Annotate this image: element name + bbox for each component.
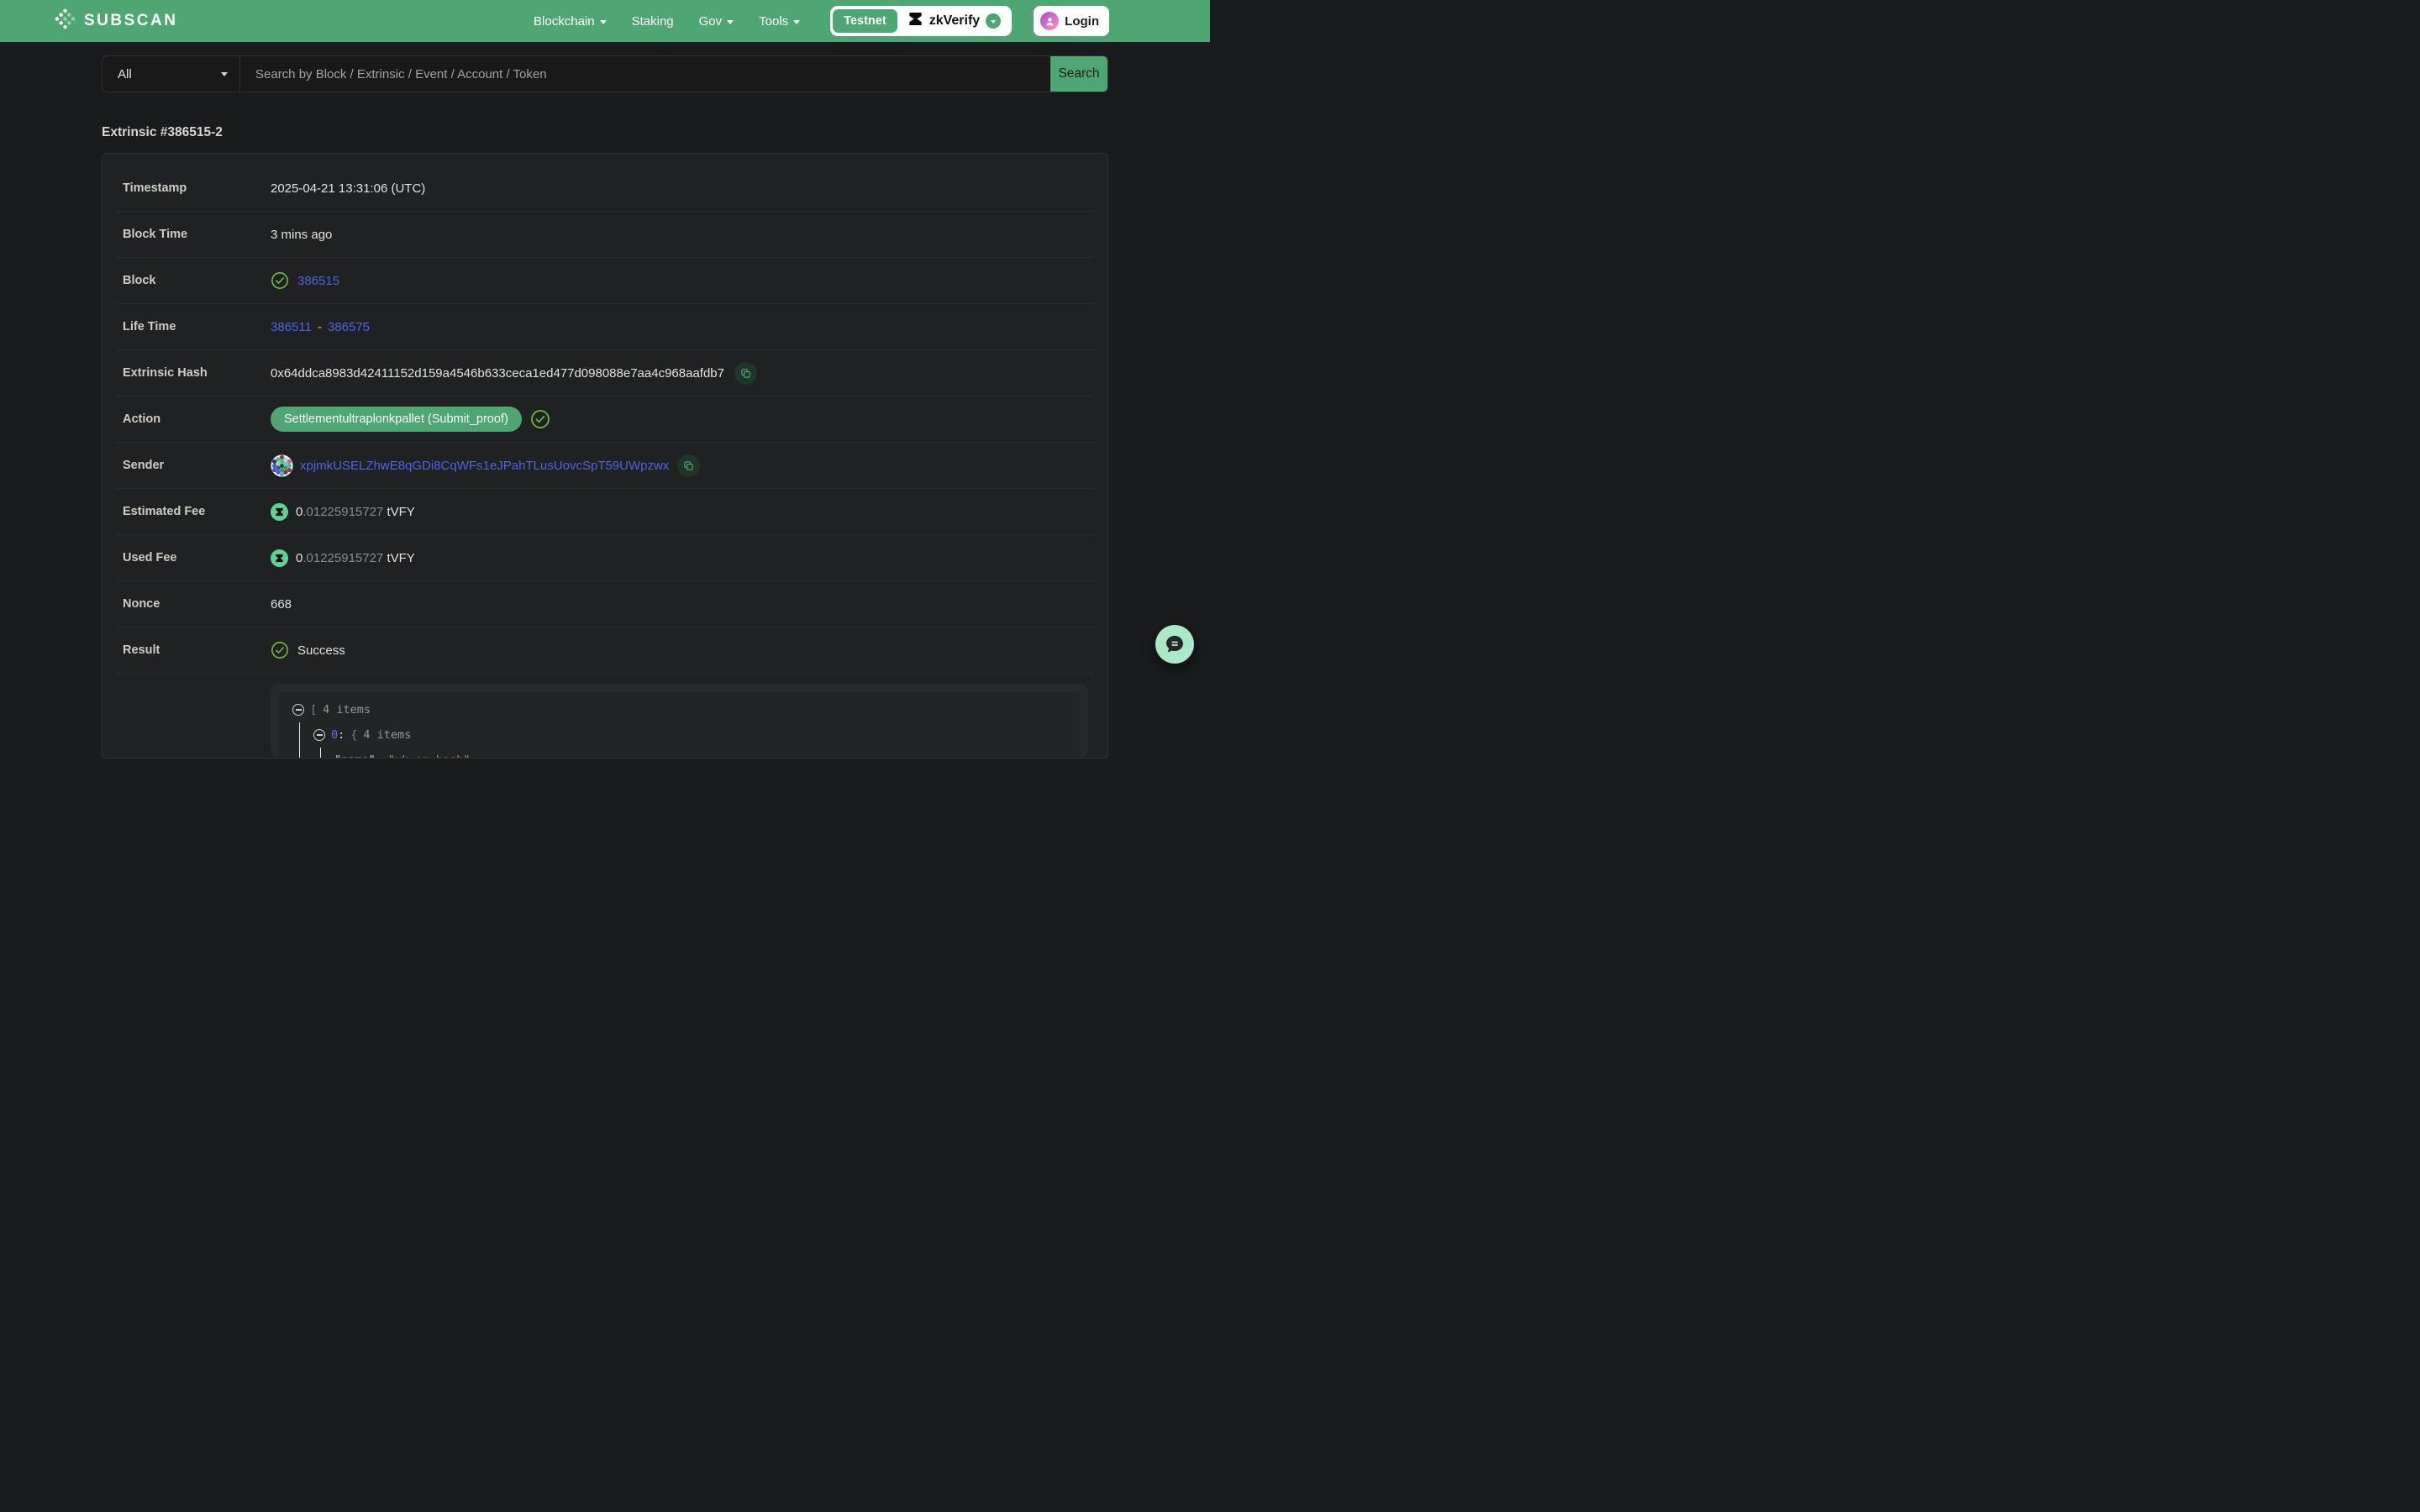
sender-identicon (271, 454, 293, 477)
row-timestamp: Timestamp 2025-04-21 13:31:06 (UTC) (116, 165, 1094, 212)
action-module-call-pill[interactable]: Settlementultraplonkpallet (Submit_proof… (271, 407, 522, 432)
search-input[interactable] (240, 56, 1050, 92)
user-avatar-icon (1040, 12, 1059, 30)
nav-item-gov[interactable]: Gov (699, 14, 734, 29)
parameters-json-panel: [ 4 items 0: { 4 items "name": (271, 684, 1088, 758)
login-button[interactable]: Login (1034, 6, 1109, 36)
json-item0-line: 0: { 4 items (313, 722, 1068, 748)
block-time-value: 3 mins ago (271, 228, 332, 242)
nav-item-blockchain[interactable]: Blockchain (534, 14, 607, 29)
json-root-line: [ 4 items (292, 697, 1068, 722)
global-search-bar: All Search (102, 55, 1108, 92)
nav-label: Staking (632, 14, 674, 29)
row-label: Block Time (123, 228, 271, 241)
network-selector[interactable]: Testnet zkVerify (830, 6, 1012, 36)
chevron-down-icon (793, 20, 800, 24)
search-filter-value: All (118, 67, 132, 81)
chain-selector[interactable]: zkVerify (897, 11, 1009, 31)
fee-integer: 0 (296, 551, 302, 565)
tvfy-token-icon (271, 549, 288, 567)
search-filter-select[interactable]: All (103, 56, 240, 92)
json-item-count: 4 items (363, 728, 411, 742)
chat-bubble-icon (1164, 633, 1186, 655)
row-label: Result (123, 643, 271, 657)
row-block-time: Block Time 3 mins ago (116, 212, 1094, 258)
nonce-value: 668 (271, 597, 292, 612)
life-time-separator: - (318, 320, 322, 334)
row-label: Action (123, 412, 271, 426)
fee-decimals: .01225915727 (302, 505, 383, 519)
extrinsic-details-card: Timestamp 2025-04-21 13:31:06 (UTC) Bloc… (102, 153, 1108, 759)
nav-label: Tools (759, 14, 788, 29)
chain-name: zkVerify (929, 13, 980, 29)
nav-item-staking[interactable]: Staking (632, 14, 674, 29)
nav-label: Blockchain (534, 14, 595, 29)
fee-unit: tVFY (387, 551, 414, 565)
row-label: Life Time (123, 320, 271, 333)
fee-integer: 0 (296, 505, 302, 519)
nav-label: Gov (699, 14, 723, 29)
fee-unit: tVFY (387, 505, 414, 519)
top-navigation-bar: SUBSCAN Blockchain Staking Gov Tools Tes… (0, 0, 1210, 42)
row-extrinsic-hash: Extrinsic Hash 0x64ddca8983d42411152d159… (116, 350, 1094, 396)
copy-icon[interactable] (677, 454, 700, 477)
life-time-from-link[interactable]: 386511 (271, 320, 312, 334)
main-nav: Blockchain Staking Gov Tools (534, 14, 800, 29)
row-result: Result Success (116, 627, 1094, 674)
json-item-count: 4 items (323, 703, 371, 717)
chevron-down-icon (727, 20, 734, 24)
json-field-key: "name" (334, 753, 376, 758)
timestamp-value: 2025-04-21 13:31:06 (UTC) (271, 181, 425, 196)
collapse-icon[interactable] (313, 729, 325, 741)
success-check-icon (271, 641, 289, 659)
zkverify-hourglass-icon (908, 11, 923, 31)
page-title: Extrinsic #386515-2 (102, 125, 1108, 140)
row-label: Sender (123, 459, 271, 472)
row-label: Estimated Fee (123, 505, 271, 518)
chevron-down-icon (221, 72, 228, 76)
json-colon: : (338, 728, 345, 742)
chain-dropdown-icon[interactable] (986, 13, 1001, 29)
row-label: Timestamp (123, 181, 271, 195)
fee-decimals: .01225915727 (302, 551, 383, 565)
json-open-bracket: [ (310, 703, 317, 717)
tvfy-token-icon (271, 503, 288, 521)
row-label: Nonce (123, 597, 271, 611)
row-estimated-fee: Estimated Fee 0.01225915727 tVFY (116, 489, 1094, 535)
finalized-check-icon (271, 271, 289, 290)
block-number-link[interactable]: 386515 (297, 274, 339, 288)
result-value: Success (297, 643, 345, 658)
row-nonce: Nonce 668 (116, 581, 1094, 627)
row-label: Used Fee (123, 551, 271, 564)
brand-name: SUBSCAN (84, 12, 177, 30)
chevron-down-icon (991, 20, 996, 24)
row-parameters: [ 4 items 0: { 4 items "name": (116, 674, 1094, 758)
row-life-time: Life Time 386511 - 386575 (116, 304, 1094, 350)
success-check-icon (530, 409, 550, 429)
json-colon: : (376, 753, 382, 758)
row-action: Action Settlementultraplonkpallet (Submi… (116, 396, 1094, 443)
subscan-brand[interactable]: SUBSCAN (54, 8, 177, 34)
login-label: Login (1065, 14, 1099, 29)
json-string-value: "vk_or_hash" (388, 753, 471, 758)
json-index-key: 0 (331, 728, 338, 742)
life-time-to-link[interactable]: 386575 (328, 320, 370, 334)
json-name-field-line: "name": "vk_or_hash" (334, 748, 1068, 758)
row-block: Block 386515 (116, 258, 1094, 304)
json-open-brace: { (350, 728, 357, 742)
copy-icon[interactable] (734, 362, 757, 385)
sender-address-link[interactable]: xpjmkUSELZhwE8qGDi8CqWFs1eJPahTLusUovcSp… (300, 459, 669, 473)
network-environment-badge: Testnet (833, 9, 897, 33)
chevron-down-icon (600, 20, 607, 24)
search-button[interactable]: Search (1050, 56, 1107, 92)
row-label: Block (123, 274, 271, 287)
nav-item-tools[interactable]: Tools (759, 14, 800, 29)
row-used-fee: Used Fee 0.01225915727 tVFY (116, 535, 1094, 581)
subscan-dots-logo-icon (54, 8, 76, 34)
row-label: Extrinsic Hash (123, 366, 271, 380)
row-sender: Sender xpjmkUSE (116, 443, 1094, 489)
extrinsic-hash-value: 0x64ddca8983d42411152d159a4546b633ceca1e… (271, 366, 724, 381)
support-chat-button[interactable] (1155, 625, 1194, 664)
collapse-icon[interactable] (292, 704, 304, 716)
